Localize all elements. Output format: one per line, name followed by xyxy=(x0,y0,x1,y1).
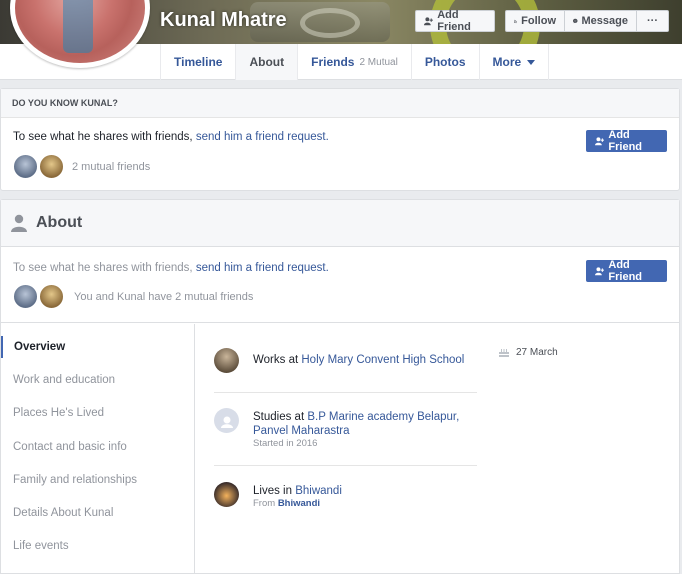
education-icon[interactable] xyxy=(214,408,239,433)
tab-friends[interactable]: Friends 2 Mutual xyxy=(297,44,411,80)
current-city-link[interactable]: Bhiwandi xyxy=(295,485,342,497)
about-add-friend-button[interactable]: Add Friend xyxy=(586,259,667,283)
overview-work: Works at Holy Mary Convent High School xyxy=(214,348,479,374)
city-icon[interactable] xyxy=(214,482,239,507)
work-prefix: Works at xyxy=(253,354,299,366)
divider xyxy=(214,392,477,393)
workplace-icon[interactable] xyxy=(214,348,239,373)
more-options-button[interactable]: ··· xyxy=(637,10,669,32)
hometown-link[interactable]: Bhiwandi xyxy=(278,498,320,509)
overview-education: Studies at B.P Marine academy Belapur, P… xyxy=(214,408,479,450)
header-add-friend-label: Add Friend xyxy=(437,9,471,33)
prompt-text: To see what he shares with friends, xyxy=(13,262,193,274)
tab-label: Friends xyxy=(311,55,355,69)
add-friend-label: Add Friend xyxy=(608,259,643,283)
tab-timeline[interactable]: Timeline xyxy=(160,44,235,80)
mutual-friends-row: 2 mutual friends xyxy=(13,154,150,179)
friend-request-prompt: To see what he shares with friends, send… xyxy=(13,262,329,274)
tab-label: Photos xyxy=(424,55,466,69)
add-friend-icon xyxy=(424,17,433,26)
menu-item-places-lived[interactable]: Places He's Lived xyxy=(1,402,194,424)
rss-icon xyxy=(514,19,518,23)
follow-button[interactable]: Follow xyxy=(505,10,565,32)
about-body: Overview Work and education Places He's … xyxy=(1,324,679,574)
mutual-friends-row: You and Kunal have 2 mutual friends xyxy=(13,284,253,309)
header-add-friend-button[interactable]: Add Friend xyxy=(415,9,495,33)
messenger-icon xyxy=(573,18,578,24)
birthday: 27 March xyxy=(498,346,558,358)
work-text: Works at Holy Mary Convent High School xyxy=(253,353,479,367)
about-title: About xyxy=(36,214,83,231)
menu-item-contact-info[interactable]: Contact and basic info xyxy=(1,436,194,458)
profile-name[interactable]: Kunal Mhatre xyxy=(160,9,287,32)
mutual-friends-link[interactable]: You and Kunal have 2 mutual friends xyxy=(74,291,253,303)
education-text: Studies at B.P Marine academy Belapur, P… xyxy=(253,410,479,450)
mutual-friend-avatar[interactable] xyxy=(13,154,38,179)
graduation-cap-icon xyxy=(220,416,233,428)
about-friend-request-section: To see what he shares with friends, send… xyxy=(1,247,679,323)
profile-tabs: Timeline About Friends 2 Mutual Photos M… xyxy=(160,44,550,80)
mutual-count: 2 Mutual xyxy=(359,56,398,68)
add-friend-label: Add Friend xyxy=(608,129,643,153)
avatar-image xyxy=(15,0,145,63)
message-button[interactable]: Message xyxy=(565,10,637,32)
tab-label: About xyxy=(249,55,285,69)
tab-photos[interactable]: Photos xyxy=(410,44,479,80)
header-actions: Add Friend Follow Message ··· xyxy=(415,9,669,33)
lives-text: Lives in Bhiwandi From Bhiwandi xyxy=(253,484,479,510)
menu-item-details[interactable]: Details About Kunal xyxy=(1,502,194,524)
tab-label: More xyxy=(492,55,522,69)
workplace-link[interactable]: Holy Mary Convent High School xyxy=(301,354,464,366)
person-icon xyxy=(11,214,27,232)
tab-about[interactable]: About xyxy=(235,44,298,80)
menu-item-family-relationships[interactable]: Family and relationships xyxy=(1,469,194,491)
mutual-friend-avatar[interactable] xyxy=(13,284,38,309)
about-side-menu: Overview Work and education Places He's … xyxy=(1,324,195,574)
about-header: About xyxy=(1,200,679,247)
education-prefix: Studies at xyxy=(253,411,305,423)
follow-label: Follow xyxy=(521,15,556,27)
friend-request-prompt: To see what he shares with friends, send… xyxy=(13,131,329,143)
mutual-friend-avatar[interactable] xyxy=(39,154,64,179)
mutual-friends-link[interactable]: 2 mutual friends xyxy=(72,161,150,173)
menu-item-overview[interactable]: Overview xyxy=(1,336,194,358)
mutual-friend-avatar[interactable] xyxy=(39,284,64,309)
from-label: From xyxy=(253,498,276,509)
add-friend-icon xyxy=(595,137,605,146)
cover-deco xyxy=(300,8,360,38)
menu-item-life-events[interactable]: Life events xyxy=(1,535,194,557)
menu-item-work-education[interactable]: Work and education xyxy=(1,369,194,391)
divider xyxy=(214,465,477,466)
send-friend-request-link[interactable]: send him a friend request. xyxy=(196,131,329,143)
add-friend-icon xyxy=(595,267,605,276)
hometown-meta: From Bhiwandi xyxy=(253,498,479,510)
prompt-text: To see what he shares with friends, xyxy=(13,131,193,143)
do-you-know-card: DO YOU KNOW KUNAL? To see what he shares… xyxy=(0,88,680,191)
more-options-icon: ··· xyxy=(647,15,658,27)
overview-lives: Lives in Bhiwandi From Bhiwandi xyxy=(214,482,479,510)
birthday-cake-icon xyxy=(499,349,509,357)
message-label: Message xyxy=(581,15,628,27)
lives-prefix: Lives in xyxy=(253,485,292,497)
about-card: About To see what he shares with friends… xyxy=(0,199,680,574)
add-friend-button[interactable]: Add Friend xyxy=(586,129,667,153)
education-meta: Started in 2016 xyxy=(253,438,318,449)
birthday-date: 27 March xyxy=(516,346,558,358)
caret-down-icon xyxy=(527,59,536,65)
do-you-know-heading: DO YOU KNOW KUNAL? xyxy=(1,89,679,118)
send-friend-request-link[interactable]: send him a friend request. xyxy=(196,262,329,274)
profile-page: Kunal Mhatre Add Friend Follow Message ·… xyxy=(0,0,682,574)
tab-more[interactable]: More xyxy=(478,44,550,80)
tab-label: Timeline xyxy=(174,55,223,69)
